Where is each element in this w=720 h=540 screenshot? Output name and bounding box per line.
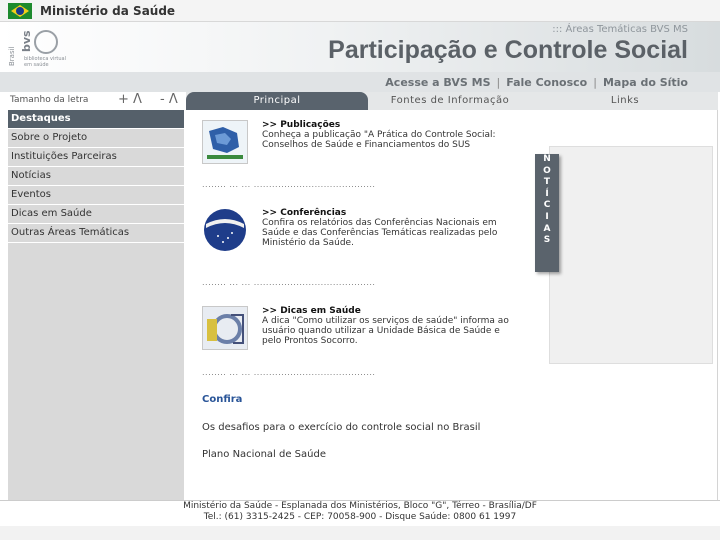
sidebar-item-destaques[interactable]: Destaques — [8, 110, 184, 129]
site-header: Brasil bvs biblioteca virtual em saúde :… — [0, 22, 720, 72]
item-description: Conheça a publicação "A Prática do Contr… — [262, 130, 496, 150]
news-tab-letter: A — [543, 223, 551, 234]
bvs-logo[interactable]: Brasil bvs biblioteca virtual em saúde — [8, 26, 66, 68]
conferencias-thumbnail[interactable] — [202, 208, 248, 252]
item-description: Confira os relatórios das Conferências N… — [262, 218, 498, 248]
footer-address: Ministério da Saúde - Esplanada dos Mini… — [183, 501, 537, 511]
tab-principal[interactable]: Principal — [186, 92, 368, 110]
news-tab-letter: N — [543, 154, 551, 164]
item-description: A dica "Como utilizar os serviços de saú… — [262, 316, 509, 346]
dotted-divider: ........ ... ... .......................… — [202, 368, 376, 377]
ministry-link[interactable]: Ministério da Saúde — [40, 4, 175, 18]
link-plano-nacional-saude[interactable]: Plano Nacional de Saúde — [202, 449, 326, 460]
font-size-control: Tamanho da letra + Λ - Λ — [8, 92, 184, 110]
news-tab-letter: O — [543, 165, 551, 176]
news-tab-letter: I — [545, 211, 549, 222]
sidebar-item-eventos[interactable]: Eventos — [8, 186, 184, 205]
confira-heading: Confira — [202, 394, 243, 405]
sidebar-item-sobre-projeto[interactable]: Sobre o Projeto — [8, 129, 184, 148]
nav-mapa-sitio[interactable]: Mapa do Sítio — [603, 76, 688, 89]
brazil-flag-icon — [8, 3, 32, 19]
dotted-divider: ........ ... ... .......................… — [202, 278, 376, 287]
news-tab-letter: C — [543, 200, 551, 211]
news-tab-letter: T — [543, 177, 551, 188]
item-title[interactable]: >> Dicas em Saúde — [262, 306, 512, 316]
page-title: Participação e Controle Social — [328, 36, 688, 64]
sidebar-item-outras-areas[interactable]: Outras Áreas Temáticas — [8, 224, 184, 243]
tab-links[interactable]: Links — [532, 92, 718, 110]
dotted-divider: ........ ... ... .......................… — [202, 180, 376, 189]
logo-subtitle: biblioteca virtual em saúde — [24, 56, 66, 68]
sidebar-item-noticias[interactable]: Notícias — [8, 167, 184, 186]
bottom-strip — [0, 526, 720, 540]
tab-fontes[interactable]: Fontes de Informação — [368, 92, 532, 110]
logo-side-text: Brasil — [8, 46, 16, 66]
news-panel — [549, 146, 713, 364]
logo-word: bvs — [20, 30, 33, 52]
item-title[interactable]: >> Publicações — [262, 120, 512, 130]
left-sidebar: Tamanho da letra + Λ - Λ Destaques Sobre… — [8, 92, 184, 500]
dicas-thumbnail[interactable] — [202, 306, 248, 350]
font-size-label: Tamanho da letra — [10, 95, 89, 105]
link-desafios-controle-social[interactable]: Os desafios para o exercício do controle… — [202, 422, 480, 433]
font-increase-button[interactable]: + Λ — [118, 92, 142, 107]
font-decrease-button[interactable]: - Λ — [160, 92, 178, 107]
top-nav: Acesse a BVS MS | Fale Conosco | Mapa do Sít… — [0, 72, 720, 92]
content-tabs: Principal Fontes de Informação Links — [186, 92, 718, 110]
nav-acesse-bvs[interactable]: Acesse a BVS MS — [385, 76, 490, 89]
sidebar-item-instituicoes[interactable]: Instituições Parceiras — [8, 148, 184, 167]
news-tab-letter: Í — [545, 188, 549, 199]
globe-icon — [34, 30, 58, 54]
thematic-areas-link[interactable]: ::: Áreas Temáticas BVS MS — [552, 24, 688, 35]
news-tab-letter: S — [543, 235, 551, 246]
sidebar-menu: Destaques Sobre o Projeto Instituições P… — [8, 110, 184, 243]
item-title[interactable]: >> Conferências — [262, 208, 512, 218]
news-tab[interactable]: N O T Í C I A S — [535, 154, 559, 272]
site-footer: Ministério da Saúde - Esplanada dos Mini… — [0, 500, 720, 526]
publicacoes-thumbnail[interactable] — [202, 120, 248, 164]
nav-fale-conosco[interactable]: Fale Conosco — [506, 76, 587, 89]
footer-contact: Tel.: (61) 3315-2425 - CEP: 70058-900 - … — [203, 512, 517, 522]
government-bar: Ministério da Saúde — [0, 0, 720, 22]
sidebar-item-dicas[interactable]: Dicas em Saúde — [8, 205, 184, 224]
